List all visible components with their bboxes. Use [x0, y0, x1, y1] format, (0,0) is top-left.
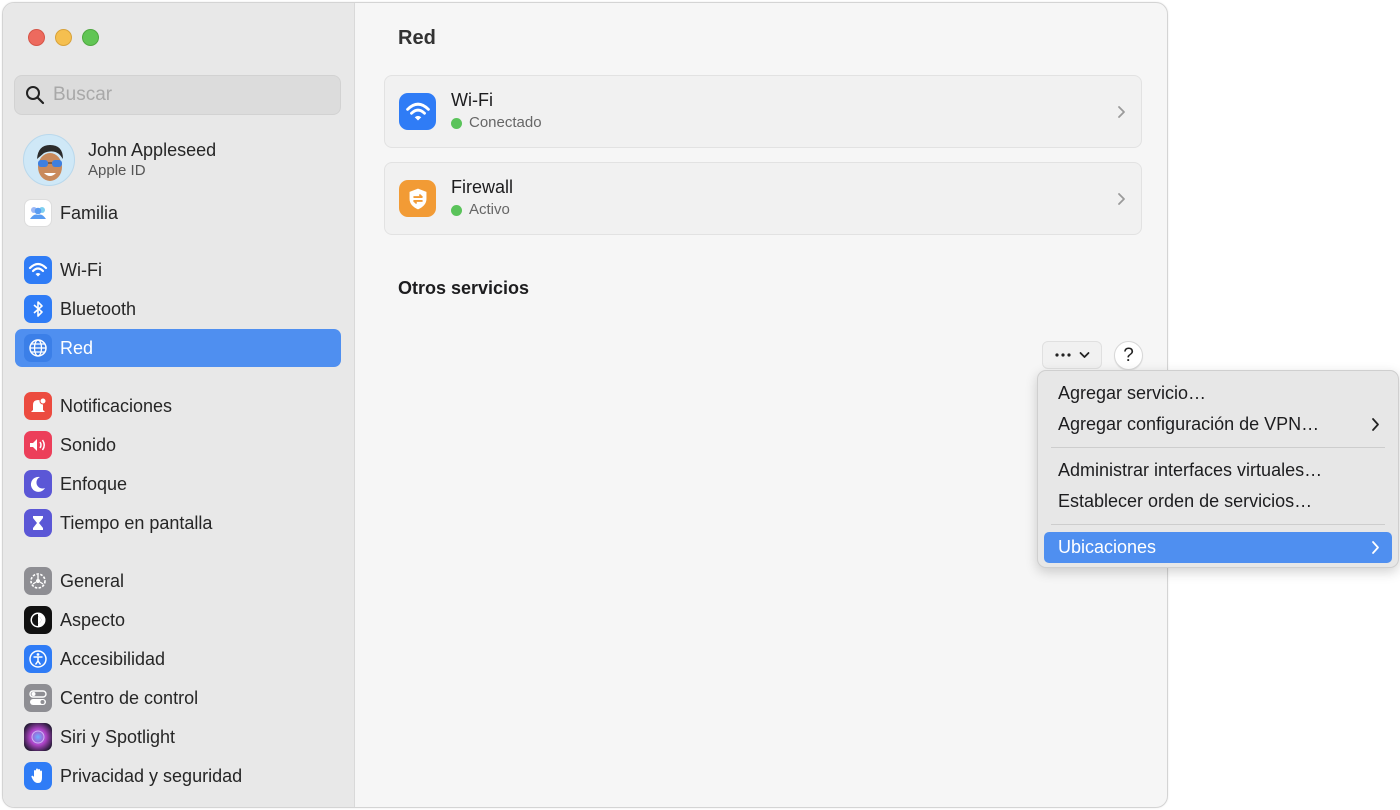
profile-subtitle: Apple ID [88, 162, 146, 179]
sidebar-item-label: Aspecto [60, 609, 126, 630]
submenu-chevron-icon [1372, 541, 1379, 554]
sidebar-item-tiempo-en-pantalla[interactable]: Tiempo en pantalla [15, 504, 341, 542]
card-status: Activo [469, 201, 510, 218]
firewall-card[interactable]: Firewall Activo [384, 162, 1142, 235]
sidebar-item-red[interactable]: Red [15, 329, 341, 367]
menu-separator [1051, 524, 1385, 525]
menu-item-ubicaciones[interactable]: Ubicaciones [1044, 532, 1392, 563]
bluetooth-icon [24, 295, 52, 323]
chevron-right-icon [1118, 193, 1125, 205]
sidebar-item-bluetooth[interactable]: Bluetooth [15, 290, 341, 328]
sidebar-item-enfoque[interactable]: Enfoque [15, 465, 341, 503]
search-field[interactable] [14, 75, 341, 115]
menu-item-administrar-interfaces[interactable]: Administrar interfaces virtuales… [1044, 455, 1392, 486]
sidebar-item-label: Enfoque [60, 473, 128, 494]
avatar [23, 134, 75, 186]
wifi-icon [399, 93, 436, 130]
firewall-shield-icon [399, 180, 436, 217]
more-actions-menu: Agregar servicio… Agregar configuración … [1037, 370, 1399, 568]
sidebar-item-sonido[interactable]: Sonido [15, 426, 341, 464]
other-services-heading: Otros servicios [398, 278, 530, 298]
sidebar-item-label: Siri y Spotlight [60, 726, 176, 747]
card-title: Firewall [451, 177, 514, 197]
globe-icon [24, 334, 52, 362]
sidebar-item-notificaciones[interactable]: Notificaciones [15, 387, 341, 425]
sidebar-item-wifi[interactable]: Wi-Fi [15, 251, 341, 289]
gear-icon [24, 567, 52, 595]
sidebar-item-label: Notificaciones [60, 395, 173, 416]
sidebar-item-privacidad-y-seguridad[interactable]: Privacidad y seguridad [15, 757, 341, 795]
sidebar-item-label: Centro de control [60, 687, 199, 708]
bell-icon [24, 392, 52, 420]
sidebar-item-label: Accesibilidad [60, 648, 166, 669]
sidebar-item-label: Wi-Fi [60, 259, 102, 280]
search-input[interactable] [53, 84, 313, 106]
menu-item-establecer-orden[interactable]: Establecer orden de servicios… [1044, 486, 1392, 517]
sidebar-item-centro-de-control[interactable]: Centro de control [15, 679, 341, 717]
sidebar-item-accesibilidad[interactable]: Accesibilidad [15, 640, 341, 678]
speaker-icon [24, 431, 52, 459]
moon-icon [24, 470, 52, 498]
menu-item-label: Ubicaciones [1058, 537, 1157, 557]
siri-icon [24, 723, 52, 751]
help-button[interactable]: ? [1114, 341, 1143, 370]
menu-separator [1051, 447, 1385, 448]
maximize-button[interactable] [82, 29, 99, 46]
sidebar-item-label: Red [60, 337, 94, 358]
sidebar-item-label: Privacidad y seguridad [60, 765, 243, 786]
card-title: Wi-Fi [451, 90, 493, 110]
status-dot-icon [451, 117, 462, 129]
menu-item-label: Agregar servicio… [1058, 383, 1207, 403]
hand-icon [24, 762, 52, 790]
accessibility-icon [24, 645, 52, 673]
window-controls [28, 29, 99, 46]
family-icon [24, 199, 52, 227]
sidebar-item-label: Bluetooth [60, 298, 137, 319]
sidebar: John Appleseed Apple ID Familia Wi-Fi Bl… [3, 3, 355, 807]
search-icon [26, 86, 45, 105]
status-dot-icon [451, 204, 462, 216]
menu-item-label: Establecer orden de servicios… [1058, 491, 1313, 511]
system-settings-window: John Appleseed Apple ID Familia Wi-Fi Bl… [2, 2, 1168, 808]
memoji-avatar-icon [37, 145, 63, 181]
menu-item-agregar-vpn[interactable]: Agregar configuración de VPN… [1044, 409, 1392, 440]
menu-item-label: Agregar configuración de VPN… [1058, 414, 1320, 434]
sidebar-item-label: Tiempo en pantalla [60, 512, 213, 533]
chevron-right-icon [1118, 106, 1125, 118]
card-status: Conectado [469, 114, 542, 131]
sidebar-item-label: General [60, 570, 125, 591]
sidebar-item-general[interactable]: General [15, 562, 341, 600]
menu-item-label: Administrar interfaces virtuales… [1058, 460, 1323, 480]
appearance-icon [24, 606, 52, 634]
sidebar-item-aspecto[interactable]: Aspecto [15, 601, 341, 639]
wifi-card[interactable]: Wi-Fi Conectado [384, 75, 1142, 148]
sidebar-item-label: Sonido [60, 434, 117, 455]
toggles-icon [24, 684, 52, 712]
hourglass-icon [24, 509, 52, 537]
chevron-down-icon [1079, 352, 1090, 358]
apple-id-profile[interactable]: John Appleseed Apple ID [23, 134, 216, 186]
more-actions-button[interactable] [1042, 341, 1102, 369]
page-title: Red [398, 27, 436, 49]
wifi-icon [24, 256, 52, 284]
minimize-button[interactable] [55, 29, 72, 46]
sidebar-item-siri-y-spotlight[interactable]: Siri y Spotlight [15, 718, 341, 756]
profile-name: John Appleseed [88, 140, 217, 160]
sidebar-item-familia[interactable]: Familia [15, 194, 341, 232]
ellipsis-icon [1055, 353, 1071, 357]
menu-item-agregar-servicio[interactable]: Agregar servicio… [1044, 378, 1392, 409]
sidebar-item-label: Familia [60, 202, 119, 223]
submenu-chevron-icon [1372, 418, 1379, 431]
close-button[interactable] [28, 29, 45, 46]
